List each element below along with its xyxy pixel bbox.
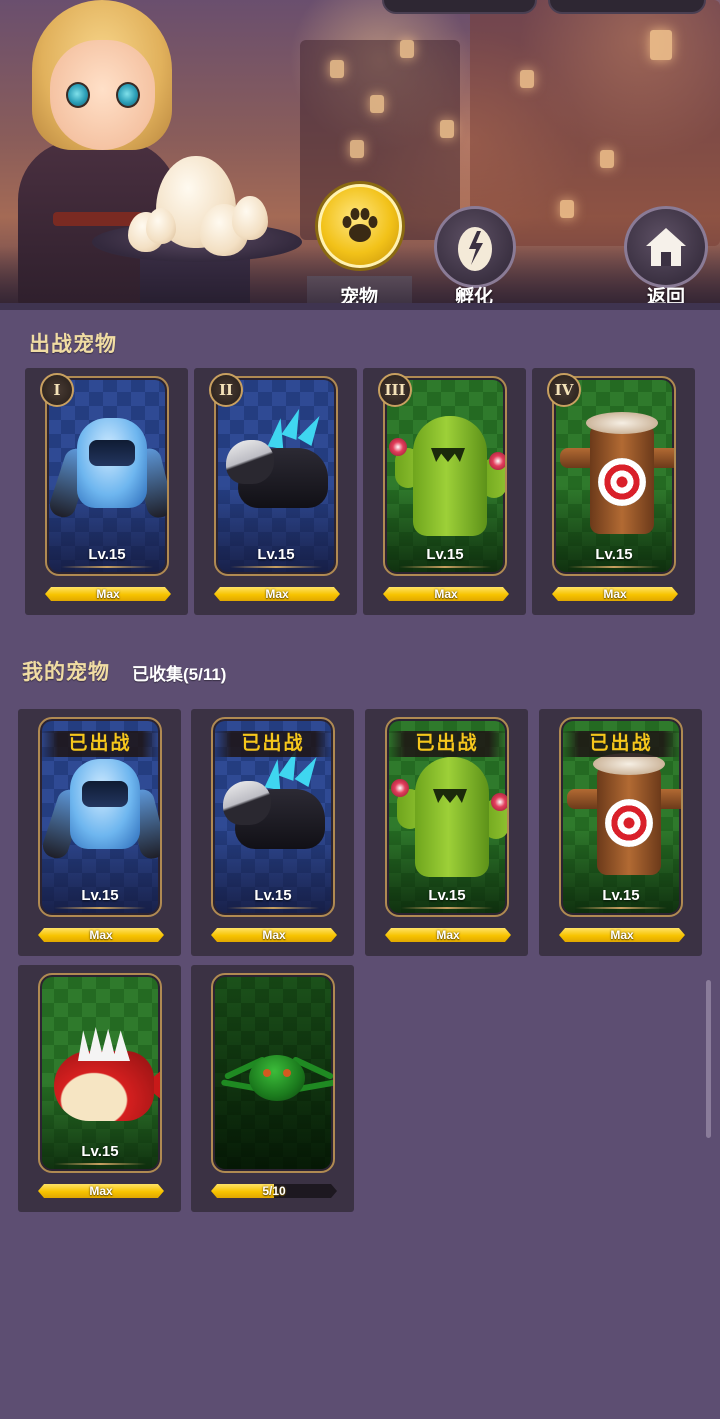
deployed-pet-card-3[interactable]: III Lv.15 Max xyxy=(363,368,526,615)
pet-level: Lv.15 xyxy=(81,887,119,904)
pet-level: Lv.15 xyxy=(257,546,295,563)
pet-progress-bar: Max xyxy=(559,928,685,942)
pet-progress-bar: Max xyxy=(214,587,340,601)
currency-coin-pill[interactable] xyxy=(382,0,537,14)
pet-level: Lv.15 xyxy=(428,887,466,904)
deployed-pet-card-1[interactable]: I Lv.15 Max xyxy=(25,368,188,615)
my-pet-card-1[interactable]: 已出战 Lv.15 Max xyxy=(18,709,181,956)
pet-progress-bar: Max xyxy=(45,587,171,601)
scrollbar[interactable] xyxy=(706,980,711,1138)
pet-level: Lv.15 xyxy=(254,887,292,904)
pet-progress-bar: Max xyxy=(552,587,678,601)
deployed-pet-card-4[interactable]: IV Lv.15 Max xyxy=(532,368,695,615)
pet-level: Lv.15 xyxy=(595,546,633,563)
pet-progress-bar: Max xyxy=(38,1184,164,1198)
tab-pets-button[interactable] xyxy=(318,184,402,268)
deployed-pet-card-2[interactable]: II Lv.15 Max xyxy=(194,368,357,615)
currency-gem-pill[interactable] xyxy=(548,0,706,14)
slot-number: I xyxy=(40,373,74,407)
tab-back-button[interactable] xyxy=(624,206,708,288)
my-pet-card-3[interactable]: 已出战 Lv.15 Max xyxy=(365,709,528,956)
egg-hatch-icon xyxy=(458,227,492,271)
slot-number: III xyxy=(378,373,412,407)
tab-hatch-button[interactable] xyxy=(434,206,516,288)
pet-level: Lv.15 xyxy=(88,546,126,563)
deployed-badge: 已出战 xyxy=(40,731,160,757)
pet-progress-bar: Max xyxy=(383,587,509,601)
paw-icon xyxy=(342,208,378,242)
my-pet-card-5[interactable]: Lv.15 Max xyxy=(18,965,181,1212)
pet-progress-bar: 5/10 xyxy=(211,1184,337,1198)
pet-level: Lv.15 xyxy=(426,546,464,563)
pet-level: Lv.15 xyxy=(602,887,640,904)
deployed-badge: 已出战 xyxy=(213,731,333,757)
my-pet-card-2[interactable]: 已出战 Lv.15 Max xyxy=(191,709,354,956)
slot-number: IV xyxy=(547,373,581,407)
my-pet-card-6-locked[interactable]: 5/10 xyxy=(191,965,354,1212)
pet-progress-bar: Max xyxy=(38,928,164,942)
slot-number: II xyxy=(209,373,243,407)
collected-count: 已收集(5/11) xyxy=(132,665,227,684)
header-banner: 宠物 孵化 返回 xyxy=(0,0,720,310)
deployed-pets-title: 出战宠物 xyxy=(29,333,117,356)
my-pets-title: 我的宠物 xyxy=(22,661,110,684)
home-icon xyxy=(646,228,686,266)
deployed-badge: 已出战 xyxy=(387,731,507,757)
deployed-badge: 已出战 xyxy=(561,731,681,757)
pet-level: Lv.15 xyxy=(81,1143,119,1160)
pet-progress-bar: Max xyxy=(211,928,337,942)
pet-progress-bar: Max xyxy=(385,928,511,942)
my-pet-card-4[interactable]: 已出战 Lv.15 Max xyxy=(539,709,702,956)
